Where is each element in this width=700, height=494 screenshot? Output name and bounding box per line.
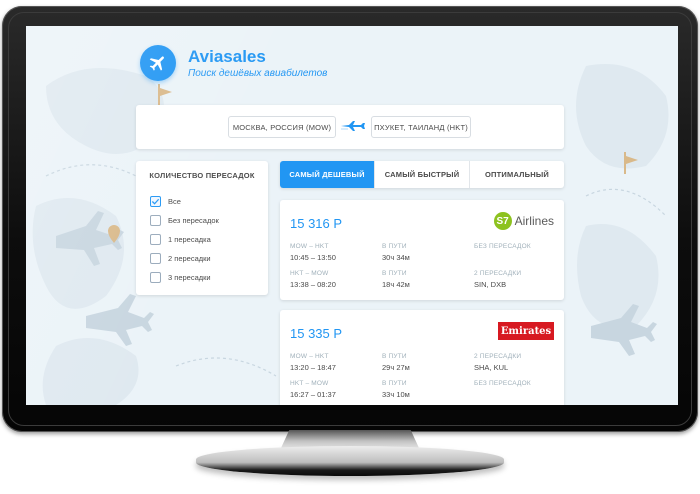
- segment-duration: 30ч 34м: [382, 253, 410, 262]
- screen: Aviasales Поиск дешёвых авиабилетов МОСК…: [26, 26, 678, 405]
- carrier-logo-emirates: Emirates: [498, 322, 554, 340]
- duration-label: В ПУТИ: [382, 270, 407, 277]
- segment-duration: 29ч 27м: [382, 363, 410, 372]
- brand-tagline: Поиск дешёвых авиабилетов: [188, 68, 328, 79]
- checkbox[interactable]: [150, 195, 161, 207]
- segment-route: MOW – HKT: [290, 353, 329, 360]
- carrier-logo-s7: S7 Airlines: [493, 212, 554, 230]
- segment-return: HKT – MOW 16:27 – 01:37 В ПУТИ 33ч 10м Б…: [290, 380, 554, 402]
- filter-title: КОЛИЧЕСТВО ПЕРЕСАДОК: [149, 171, 255, 180]
- ticket-card[interactable]: 15 316 Р S7 Airlines MOW – HKT 10:45 – 1…: [280, 200, 564, 300]
- ticket-price: 15 335 Р: [290, 326, 343, 341]
- segment-outbound: MOW – HKT 13:20 – 18:47 В ПУТИ 29ч 27м 2…: [290, 353, 554, 375]
- ticket-card[interactable]: 15 335 Р Emirates MOW – HKT 13:20 – 18:4…: [280, 310, 564, 405]
- checkbox[interactable]: [150, 271, 161, 283]
- filter-option-nonstop[interactable]: Без пересадок: [150, 214, 219, 226]
- filter-option-label: 2 пересадки: [168, 253, 211, 263]
- duration-label: В ПУТИ: [382, 353, 407, 360]
- stops-label: БЕЗ ПЕРЕСАДОК: [474, 243, 531, 250]
- destination-field[interactable]: ПХУКЕТ, ТАИЛАНД (HKT): [371, 116, 471, 138]
- segment-duration: 33ч 10м: [382, 390, 410, 399]
- tab-fastest[interactable]: САМЫЙ БЫСТРЫЙ: [374, 161, 469, 188]
- checkbox[interactable]: [150, 233, 161, 245]
- filter-option-all[interactable]: Все: [150, 195, 181, 207]
- stops-label: 2 ПЕРЕСАДКИ: [474, 270, 522, 277]
- ticket-price: 15 316 Р: [290, 216, 343, 231]
- segment-route: HKT – MOW: [290, 380, 329, 387]
- airplane-icon: [149, 56, 164, 71]
- duration-label: В ПУТИ: [382, 243, 407, 250]
- segment-stops: SIN, DXB: [474, 280, 507, 289]
- segment-time: 10:45 – 13:50: [290, 253, 336, 262]
- carrier-name: Airlines: [514, 214, 554, 228]
- stops-label: 2 ПЕРЕСАДКИ: [474, 353, 522, 360]
- segment-return: HKT – MOW 13:38 – 08:20 В ПУТИ 18ч 42м 2…: [290, 270, 554, 292]
- stops-label: БЕЗ ПЕРЕСАДОК: [474, 380, 531, 387]
- brand-name: Aviasales: [188, 47, 266, 66]
- route-card: МОСКВА, РОССИЯ (MOW) ПХУКЕТ, ТАИЛАНД (HK…: [136, 105, 564, 149]
- filter-option-label: 3 пересадки: [168, 272, 211, 282]
- stops-filter: КОЛИЧЕСТВО ПЕРЕСАДОК Все Без пересадок 1…: [136, 161, 268, 295]
- app-logo[interactable]: [140, 45, 176, 81]
- sort-tabs: САМЫЙ ДЕШЕВЫЙ САМЫЙ БЫСТРЫЙ ОПТИМАЛЬНЫЙ: [280, 161, 564, 188]
- segment-route: HKT – MOW: [290, 270, 329, 277]
- filter-option-label: Все: [168, 196, 181, 206]
- checkmark-icon: [151, 198, 160, 205]
- filter-option-1-stop[interactable]: 1 пересадка: [150, 233, 211, 245]
- filter-option-label: 1 пересадка: [168, 234, 211, 244]
- monitor-frame: Aviasales Поиск дешёвых авиабилетов МОСК…: [2, 6, 698, 432]
- duration-label: В ПУТИ: [382, 380, 407, 387]
- segment-outbound: MOW – HKT 10:45 – 13:50 В ПУТИ 30ч 34м Б…: [290, 243, 554, 265]
- filter-option-2-stops[interactable]: 2 пересадки: [150, 252, 211, 264]
- segment-time: 13:20 – 18:47: [290, 363, 336, 372]
- checkbox[interactable]: [150, 214, 161, 226]
- checkbox[interactable]: [150, 252, 161, 264]
- filter-option-label: Без пересадок: [168, 215, 219, 225]
- segment-duration: 18ч 42м: [382, 280, 410, 289]
- segment-stops: SHA, KUL: [474, 363, 509, 372]
- origin-field[interactable]: МОСКВА, РОССИЯ (MOW): [228, 116, 336, 138]
- filter-option-3-stops[interactable]: 3 пересадки: [150, 271, 211, 283]
- airplane-icon: [341, 121, 365, 131]
- tab-optimal[interactable]: ОПТИМАЛЬНЫЙ: [469, 161, 564, 188]
- tab-cheapest[interactable]: САМЫЙ ДЕШЕВЫЙ: [280, 161, 374, 188]
- segment-route: MOW – HKT: [290, 243, 329, 250]
- monitor-stand-base: [196, 446, 504, 476]
- segment-time: 16:27 – 01:37: [290, 390, 336, 399]
- s7-logo-mark: S7: [493, 212, 512, 230]
- segment-time: 13:38 – 08:20: [290, 280, 336, 289]
